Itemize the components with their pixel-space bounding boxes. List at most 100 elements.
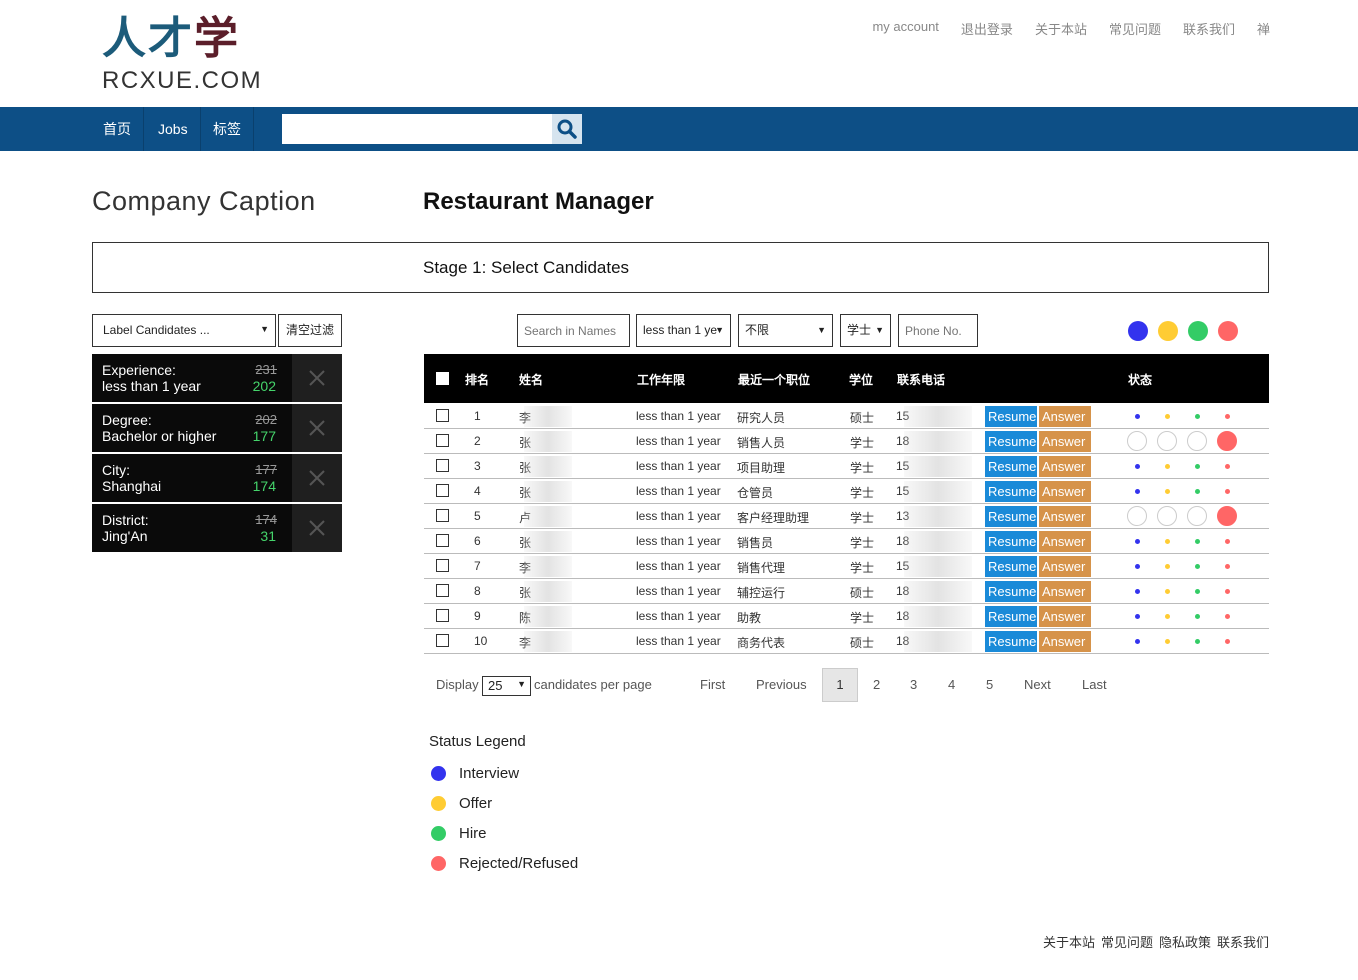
status-rejected-button[interactable] — [1225, 489, 1230, 494]
status-offer-button[interactable] — [1165, 414, 1170, 419]
resume-button[interactable]: Resume — [985, 481, 1037, 502]
header-experience[interactable]: 工作年限 — [637, 371, 685, 388]
answer-button[interactable]: Answer — [1039, 481, 1091, 502]
answer-button[interactable]: Answer — [1039, 406, 1091, 427]
page-3[interactable]: 3 — [910, 677, 917, 692]
per-page-select[interactable]: 25 ▼ — [482, 676, 531, 696]
status-interview-button[interactable] — [1135, 589, 1140, 594]
resume-button[interactable]: Resume — [985, 581, 1037, 602]
status-hire-button[interactable] — [1195, 539, 1200, 544]
experience-select[interactable]: less than 1 ye ▼ — [636, 314, 731, 347]
answer-button[interactable]: Answer — [1039, 631, 1091, 652]
status-interview-button[interactable] — [1135, 564, 1140, 569]
status-offer-button[interactable] — [1165, 614, 1170, 619]
status-offer-button[interactable] — [1165, 489, 1170, 494]
page-next[interactable]: Next — [1024, 677, 1051, 692]
status-interview-button[interactable] — [1135, 464, 1140, 469]
status-hire-button[interactable] — [1187, 506, 1207, 526]
search-button[interactable] — [552, 114, 582, 144]
search-names-input[interactable] — [517, 314, 630, 347]
row-checkbox[interactable] — [436, 509, 449, 522]
status-hire-button[interactable] — [1195, 564, 1200, 569]
resume-button[interactable]: Resume — [985, 506, 1037, 527]
status-hire-button[interactable] — [1195, 464, 1200, 469]
answer-button[interactable]: Answer — [1039, 581, 1091, 602]
topnav-faq[interactable]: 常见问题 — [1109, 19, 1161, 38]
answer-button[interactable]: Answer — [1039, 606, 1091, 627]
remove-filter-button[interactable] — [292, 354, 342, 402]
hire-filter-dot[interactable] — [1188, 321, 1208, 341]
status-rejected-button[interactable] — [1225, 564, 1230, 569]
page-first[interactable]: First — [700, 677, 725, 692]
status-rejected-button[interactable] — [1217, 431, 1237, 451]
offer-filter-dot[interactable] — [1158, 321, 1178, 341]
topnav-zen[interactable]: 禅 — [1257, 19, 1270, 38]
status-rejected-button[interactable] — [1225, 464, 1230, 469]
status-rejected-button[interactable] — [1225, 639, 1230, 644]
status-offer-button[interactable] — [1165, 464, 1170, 469]
footer-privacy[interactable]: 隐私政策 — [1159, 932, 1211, 951]
status-interview-button[interactable] — [1127, 506, 1147, 526]
table-row[interactable]: 3张less than 1 year项目助理学士15ResumeAnswer — [424, 454, 1269, 479]
status-rejected-button[interactable] — [1225, 614, 1230, 619]
header-rank[interactable]: 排名 — [465, 371, 489, 388]
row-checkbox[interactable] — [436, 559, 449, 572]
table-row[interactable]: 9陈less than 1 year助教学士18ResumeAnswer — [424, 604, 1269, 629]
site-logo[interactable]: 人才学 RCXUE.COM — [102, 14, 262, 94]
position-select[interactable]: 不限 ▼ — [738, 314, 833, 347]
status-offer-button[interactable] — [1165, 589, 1170, 594]
table-row[interactable]: 10李less than 1 year商务代表硕士18ResumeAnswer — [424, 629, 1269, 654]
topnav-about[interactable]: 关于本站 — [1035, 19, 1087, 38]
status-interview-button[interactable] — [1135, 414, 1140, 419]
resume-button[interactable]: Resume — [985, 631, 1037, 652]
nav-jobs[interactable]: Jobs — [146, 107, 201, 151]
label-candidates-select[interactable]: Label Candidates ... ▼ — [92, 314, 276, 347]
page-last[interactable]: Last — [1082, 677, 1107, 692]
resume-button[interactable]: Resume — [985, 431, 1037, 452]
remove-filter-button[interactable] — [292, 404, 342, 452]
answer-button[interactable]: Answer — [1039, 431, 1091, 452]
row-checkbox[interactable] — [436, 459, 449, 472]
footer-about[interactable]: 关于本站 — [1043, 932, 1095, 951]
page-5[interactable]: 5 — [986, 677, 993, 692]
resume-button[interactable]: Resume — [985, 456, 1037, 477]
page-2[interactable]: 2 — [873, 677, 880, 692]
row-checkbox[interactable] — [436, 484, 449, 497]
status-hire-button[interactable] — [1195, 414, 1200, 419]
row-checkbox[interactable] — [436, 434, 449, 447]
status-hire-button[interactable] — [1187, 431, 1207, 451]
answer-button[interactable]: Answer — [1039, 506, 1091, 527]
nav-home[interactable]: 首页 — [91, 107, 144, 151]
topnav-my-account[interactable]: my account — [872, 19, 938, 38]
status-offer-button[interactable] — [1165, 539, 1170, 544]
status-offer-button[interactable] — [1165, 639, 1170, 644]
status-rejected-button[interactable] — [1225, 414, 1230, 419]
table-row[interactable]: 8张less than 1 year辅控运行硕士18ResumeAnswer — [424, 579, 1269, 604]
answer-button[interactable]: Answer — [1039, 456, 1091, 477]
table-row[interactable]: 2张less than 1 year销售人员学士18ResumeAnswer — [424, 429, 1269, 454]
resume-button[interactable]: Resume — [985, 606, 1037, 627]
footer-contact[interactable]: 联系我们 — [1217, 932, 1269, 951]
header-name[interactable]: 姓名 — [519, 371, 543, 388]
status-rejected-button[interactable] — [1217, 506, 1237, 526]
row-checkbox[interactable] — [436, 584, 449, 597]
search-input[interactable] — [282, 114, 552, 144]
answer-button[interactable]: Answer — [1039, 556, 1091, 577]
row-checkbox[interactable] — [436, 609, 449, 622]
status-interview-button[interactable] — [1135, 639, 1140, 644]
resume-button[interactable]: Resume — [985, 531, 1037, 552]
status-hire-button[interactable] — [1195, 639, 1200, 644]
status-rejected-button[interactable] — [1225, 539, 1230, 544]
page-previous[interactable]: Previous — [756, 677, 807, 692]
clear-filters-button[interactable]: 清空过滤 — [278, 314, 342, 347]
topnav-logout[interactable]: 退出登录 — [961, 19, 1013, 38]
header-last-position[interactable]: 最近一个职位 — [738, 371, 810, 388]
page-4[interactable]: 4 — [948, 677, 955, 692]
status-interview-button[interactable] — [1135, 539, 1140, 544]
row-checkbox[interactable] — [436, 409, 449, 422]
select-all-checkbox[interactable] — [436, 372, 449, 385]
interview-filter-dot[interactable] — [1128, 321, 1148, 341]
table-row[interactable]: 7李less than 1 year销售代理学士15ResumeAnswer — [424, 554, 1269, 579]
remove-filter-button[interactable] — [292, 504, 342, 552]
nav-tags[interactable]: 标签 — [201, 107, 254, 151]
